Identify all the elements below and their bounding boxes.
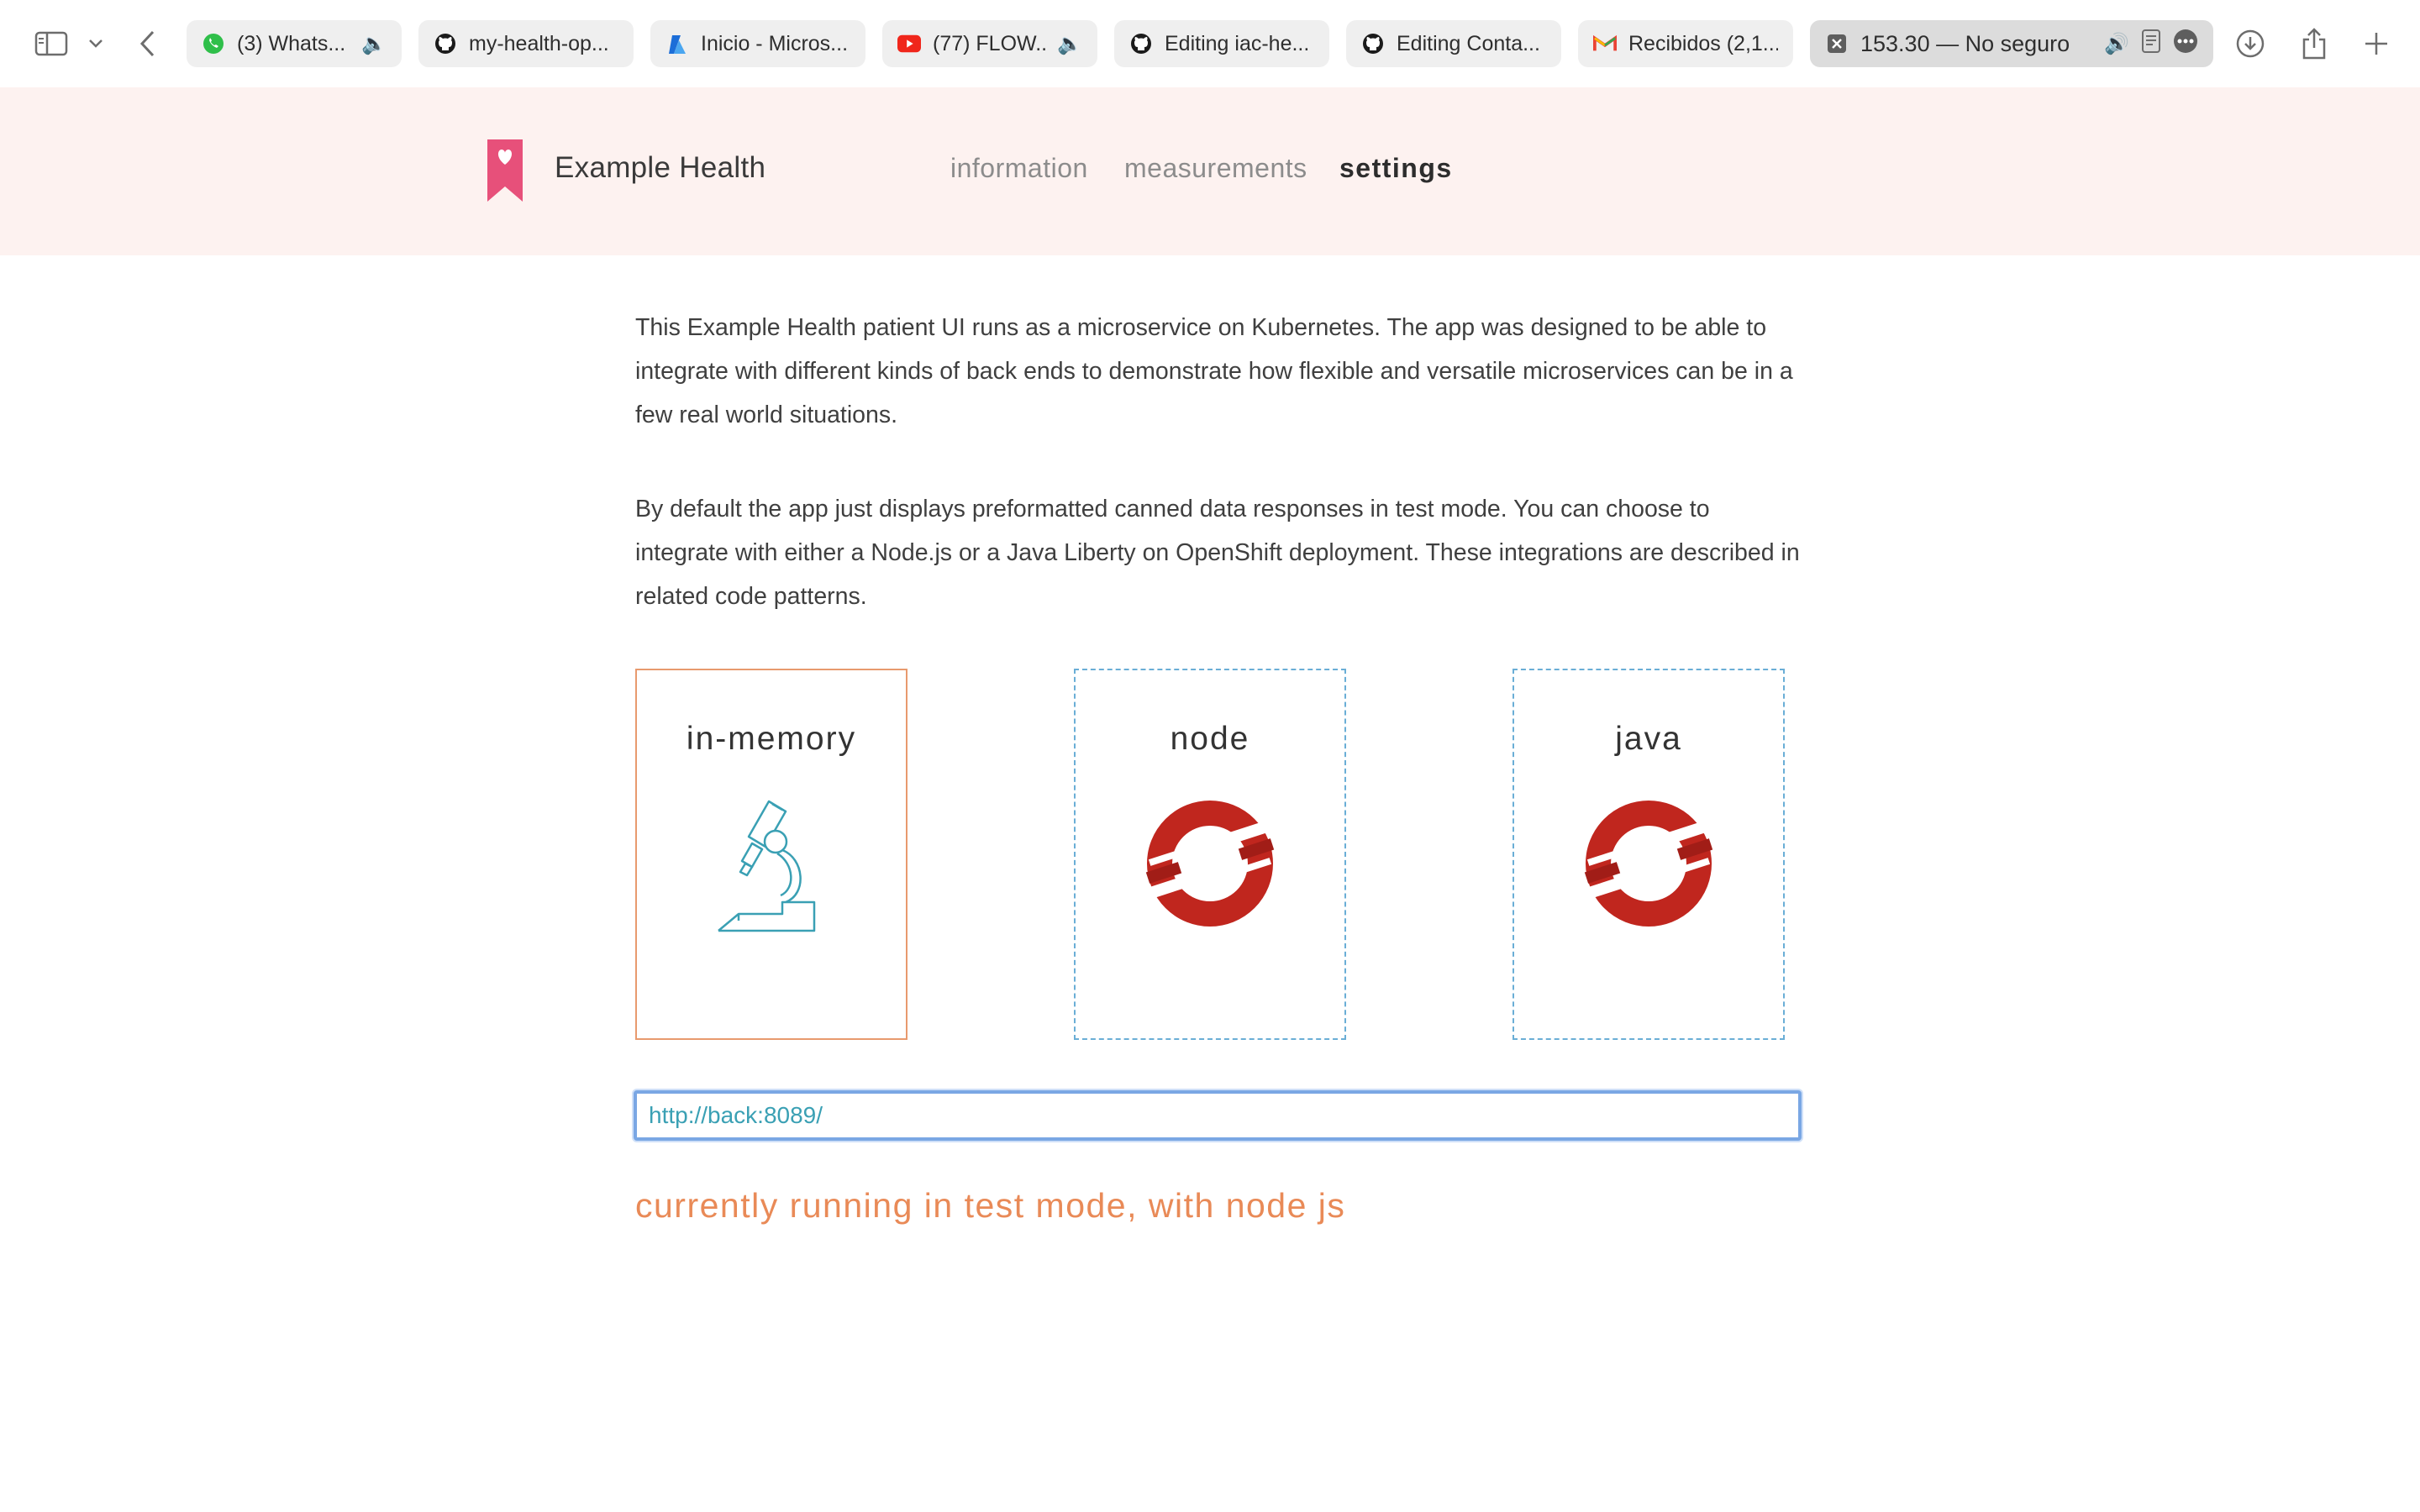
browser-tab[interactable]: Editing iac-he... — [1114, 20, 1329, 67]
bookmark-heart-logo-icon[interactable] — [487, 139, 523, 202]
tab-title: (3) Whats... — [237, 31, 346, 55]
more-options-icon[interactable] — [2173, 29, 2198, 60]
browser-tab[interactable]: (3) Whats... 🔈 — [187, 20, 402, 67]
card-label: java — [1615, 721, 1682, 757]
downloads-button[interactable] — [2233, 18, 2267, 69]
share-button[interactable] — [2297, 18, 2331, 69]
sidebar-toggle-button[interactable] — [30, 18, 72, 69]
integration-paragraph: By default the app just displays preform… — [635, 496, 1800, 610]
share-icon — [2302, 28, 2326, 60]
status-message: currently running in test mode, with nod… — [635, 1186, 1346, 1225]
chevron-left-icon — [139, 30, 155, 57]
openshift-icon — [1581, 801, 1716, 927]
backend-card-java[interactable]: java — [1512, 669, 1785, 1040]
reader-icon[interactable] — [2141, 29, 2161, 60]
tab-title: my-health-op... — [469, 31, 609, 55]
browser-tab[interactable]: Inicio - Micros... — [650, 20, 865, 67]
browser-toolbar: (3) Whats... 🔈 my-health-op... Inicio - … — [0, 0, 2420, 87]
sidebar-icon — [34, 31, 68, 56]
speaker-icon[interactable]: 🔈 — [361, 32, 387, 56]
back-button[interactable] — [133, 18, 163, 69]
youtube-icon — [897, 32, 921, 55]
github-icon — [1129, 32, 1153, 55]
nav-settings[interactable]: settings — [1339, 153, 1453, 184]
openshift-icon — [1143, 801, 1277, 927]
tab-title: Recibidos (2,1... — [1628, 31, 1778, 55]
tab-title: (77) FLOW... — [933, 31, 1046, 55]
azure-icon — [666, 32, 689, 55]
browser-tab[interactable]: my-health-op... — [418, 20, 634, 67]
brand-name[interactable]: Example Health — [555, 151, 765, 185]
microscope-icon — [718, 800, 816, 932]
whatsapp-icon — [202, 32, 225, 55]
speaker-icon[interactable]: 🔈 — [1057, 32, 1082, 56]
github-icon — [1361, 32, 1385, 55]
backend-card-node[interactable]: node — [1074, 669, 1346, 1040]
tab-group-dropdown[interactable] — [84, 18, 108, 69]
card-label: in-memory — [686, 721, 857, 757]
active-browser-tab[interactable]: 153.30 — No seguro 🔊 — [1810, 20, 2213, 67]
nav-information[interactable]: information — [950, 153, 1088, 184]
close-tab-icon[interactable] — [1825, 32, 1849, 55]
intro-paragraph: This Example Health patient UI runs as a… — [635, 314, 1793, 428]
browser-tab[interactable]: Editing Conta... — [1346, 20, 1561, 67]
plus-icon — [2365, 33, 2387, 55]
backend-card-in-memory[interactable]: in-memory — [635, 669, 908, 1040]
github-icon — [434, 32, 457, 55]
tab-title: Editing iac-he... — [1165, 31, 1310, 55]
download-icon — [2236, 29, 2265, 58]
new-tab-button[interactable] — [2360, 18, 2393, 69]
address-text[interactable]: 153.30 — No seguro — [1860, 31, 2070, 57]
card-label: node — [1170, 721, 1250, 757]
nav-measurements[interactable]: measurements — [1124, 153, 1307, 184]
backend-url-input[interactable] — [634, 1090, 1802, 1141]
tab-title: Editing Conta... — [1397, 31, 1540, 55]
browser-tab[interactable]: Recibidos (2,1... — [1578, 20, 1793, 67]
speaker-active-icon[interactable]: 🔊 — [2104, 32, 2129, 56]
gmail-icon — [1593, 32, 1617, 55]
tab-title: Inicio - Micros... — [701, 31, 849, 55]
chevron-down-icon — [89, 39, 103, 48]
browser-tab[interactable]: (77) FLOW... 🔈 — [882, 20, 1097, 67]
